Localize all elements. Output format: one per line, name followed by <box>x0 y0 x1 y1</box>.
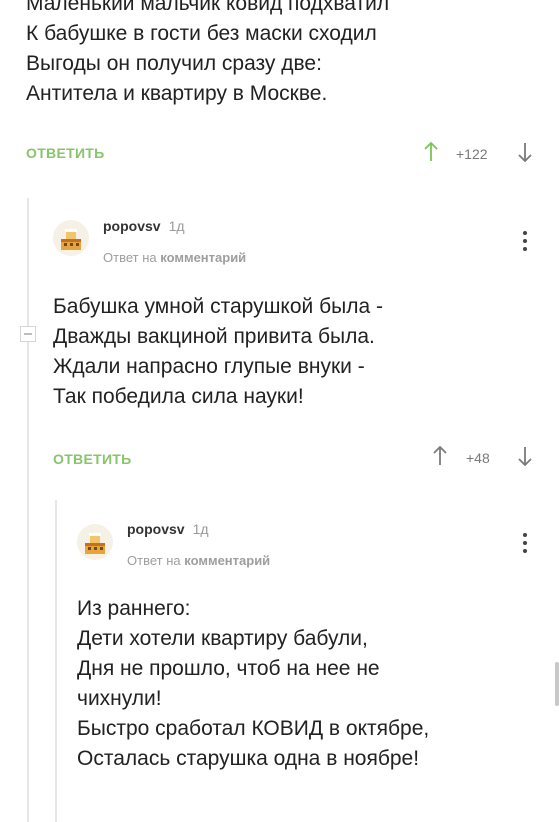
more-options-icon[interactable] <box>521 533 529 557</box>
upvote-icon[interactable] <box>424 142 438 162</box>
comment-text-line: Выгоды он получил сразу две: <box>26 52 322 75</box>
avatar[interactable] <box>53 220 89 256</box>
comment-text-line: Дважды вакциной привита была. <box>53 325 375 348</box>
comment-text-line: Ждали напрасно глупые внуки - <box>53 355 365 378</box>
username[interactable]: popovsv <box>103 218 161 234</box>
comment-header: popovsv 1д <box>127 521 209 539</box>
comment-text-line: Антитела и квартиру в Москве. <box>26 82 328 105</box>
comment-text-line: Дня не прошло, чтоб на нее не <box>77 657 380 680</box>
reply-button[interactable]: ОТВЕТИТЬ <box>53 451 132 467</box>
thread-line <box>55 500 57 822</box>
comment-header: popovsv 1д <box>103 218 185 236</box>
comment-text-line: Из раннего: <box>77 597 191 620</box>
vote-count: +122 <box>456 146 488 162</box>
reply-button[interactable]: ОТВЕТИТЬ <box>26 145 105 161</box>
comment-top-body: Маленький мальчик ковид подхватил К бабу… <box>26 0 389 109</box>
comment-reply-1-body: Бабушка умной старушкой была - Дважды ва… <box>53 292 383 412</box>
username[interactable]: popovsv <box>127 521 185 537</box>
timestamp: 1д <box>192 521 209 537</box>
user-avatar-icon <box>61 229 81 250</box>
downvote-icon[interactable] <box>518 446 532 466</box>
comment-text-line: Маленький мальчик ковид подхватил <box>26 0 390 15</box>
comment-text-line: Так победила сила науки! <box>53 385 304 408</box>
scrollbar[interactable] <box>555 662 559 706</box>
comment-text-line: Дети хотели квартиру бабули, <box>77 627 368 650</box>
downvote-icon[interactable] <box>518 142 532 162</box>
comment-reply-2-body: Из раннего: Дети хотели квартиру бабули,… <box>77 594 429 774</box>
comment-text-line: К бабушке в гости без маски сходил <box>26 22 377 45</box>
reply-to-prefix: Ответ на <box>127 553 181 568</box>
comment-text-line: Бабушка умной старушкой была - <box>53 295 383 318</box>
reply-to: Ответ на комментарий <box>103 250 246 265</box>
collapse-thread-button[interactable] <box>20 326 36 342</box>
avatar[interactable] <box>77 524 113 560</box>
thread-line <box>27 198 29 822</box>
reply-to-link[interactable]: комментарий <box>184 553 270 568</box>
reply-to-prefix: Ответ на <box>103 250 157 265</box>
vote-count: +48 <box>466 450 490 466</box>
comment-text-line: Осталась старушка одна в ноябре! <box>77 747 420 770</box>
user-avatar-icon <box>85 533 105 554</box>
timestamp: 1д <box>168 218 185 234</box>
reply-to: Ответ на комментарий <box>127 553 270 568</box>
reply-to-link[interactable]: комментарий <box>160 250 246 265</box>
comment-text-line: чихнули! <box>77 687 162 710</box>
more-options-icon[interactable] <box>521 231 529 255</box>
comment-text-line: Быстро сработал КОВИД в октябре, <box>77 717 430 740</box>
upvote-icon[interactable] <box>433 446 447 466</box>
